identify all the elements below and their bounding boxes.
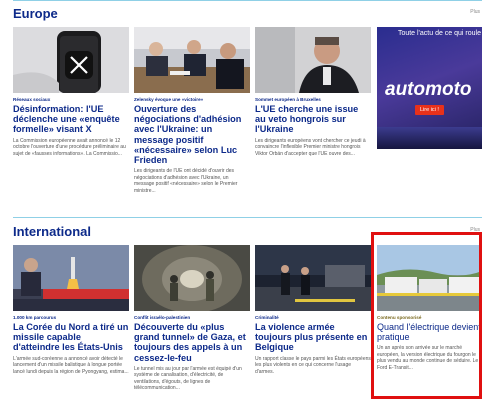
section-title-europe[interactable]: Europe (13, 6, 58, 21)
article-headline[interactable]: L'UE cherche une issue au veto hongrois … (255, 104, 371, 135)
section-divider (13, 217, 482, 218)
article-headline[interactable]: Désinformation: l'UE déclenche une «enqu… (13, 104, 129, 135)
section-title-international[interactable]: International (13, 224, 91, 239)
article-image[interactable] (134, 27, 250, 93)
article-summary: Les dirigeants de l'UE ont décidé d'ouvr… (134, 168, 238, 194)
article-eyebrow: Réseaux sociaux (13, 97, 51, 102)
article-card[interactable]: Sommet européen à Bruxelles L'UE cherche… (255, 27, 371, 157)
more-link-europe[interactable]: Plus (470, 9, 480, 15)
article-headline[interactable]: La violence armée toujours plus présente… (255, 322, 371, 353)
ad-brand-logo: automoto (385, 79, 472, 100)
article-card[interactable]: 1.000 km parcourus La Corée du Nord a ti… (13, 245, 129, 375)
article-eyebrow: Zelensky évoque une «victoire» (134, 97, 204, 102)
article-card[interactable]: Zelensky évoque une «victoire» Ouverture… (134, 27, 250, 194)
ad-car-image (377, 127, 482, 149)
article-headline[interactable]: La Corée du Nord a tiré un missile capab… (13, 322, 129, 353)
article-image[interactable] (13, 245, 129, 311)
article-headline[interactable]: Ouverture des négociations d'adhésion av… (134, 104, 250, 165)
article-card[interactable]: Conflit israélo-palestinien Découverte d… (134, 245, 250, 392)
europe-section: Europe Plus Réseaux sociaux Désinformati… (0, 0, 482, 200)
highlight-frame (371, 232, 482, 399)
article-image[interactable] (255, 245, 371, 311)
article-eyebrow: 1.000 km parcourus (13, 315, 57, 320)
article-eyebrow: Sommet européen à Bruxelles (255, 97, 321, 102)
article-eyebrow: Criminalité (255, 315, 279, 320)
article-eyebrow: Conflit israélo-palestinien (134, 315, 191, 320)
article-card[interactable]: Réseaux sociaux Désinformation: l'UE déc… (13, 27, 129, 157)
article-summary: La Commission européenne avait annoncé l… (13, 137, 126, 157)
article-summary: Un rapport classe le pays parmi les État… (255, 355, 371, 375)
article-card[interactable]: Criminalité La violence armée toujours p… (255, 245, 371, 375)
ad-tagline: Toute l'actu de ce qui roule (397, 30, 481, 37)
article-image[interactable] (134, 245, 250, 311)
section-divider (13, 0, 482, 1)
article-image[interactable] (13, 27, 129, 93)
ad-cta-button[interactable]: Lire ici ! (415, 105, 444, 115)
article-summary: Le tunnel mis au jour par l'armée est éq… (134, 365, 242, 392)
article-image[interactable] (255, 27, 371, 93)
article-summary: L'armée sud-coréenne a annoncé avoir dét… (13, 355, 129, 375)
automoto-ad-banner[interactable]: Toute l'actu de ce qui roule automoto Li… (377, 27, 482, 149)
article-summary: Les dirigeants européens vont chercher c… (255, 137, 366, 157)
article-headline[interactable]: Découverte du «plus grand tunnel» de Gaz… (134, 322, 250, 363)
